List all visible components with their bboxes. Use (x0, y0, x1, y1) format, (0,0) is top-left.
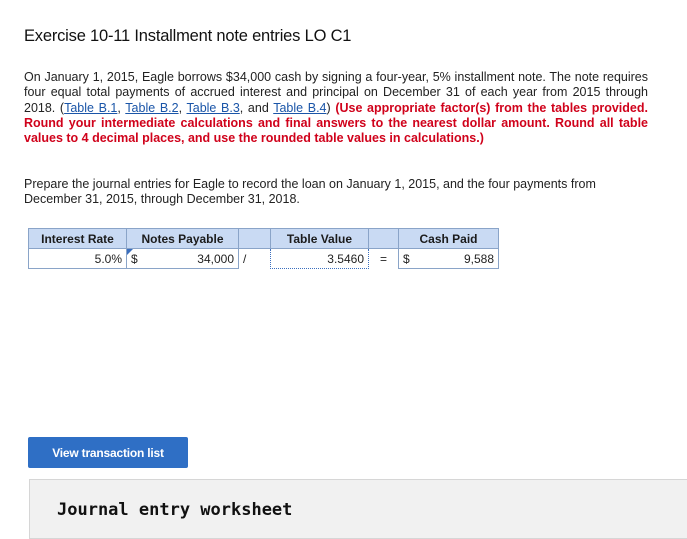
notes-payable-input[interactable]: 34,000 (148, 248, 239, 269)
operator-header (238, 228, 271, 249)
notes-payable-header: Notes Payable (126, 228, 239, 249)
divide-operator: / (238, 248, 271, 269)
table-value-input[interactable]: 3.5460 (270, 248, 369, 269)
table-header-row: Interest Rate Notes Payable Table Value … (28, 228, 499, 249)
cash-paid-calculation-table: Interest Rate Notes Payable Table Value … (28, 228, 499, 269)
operator-header (368, 228, 399, 249)
table-b1-link[interactable]: Table B.1 (64, 101, 117, 115)
journal-entry-worksheet-panel: Journal entry worksheet (29, 479, 687, 539)
cash-paid-input[interactable]: 9,588 (420, 248, 499, 269)
view-transaction-list-button[interactable]: View transaction list (28, 437, 188, 468)
equals-operator: = (368, 248, 399, 269)
task-description: Prepare the journal entries for Eagle to… (24, 177, 596, 207)
table-b3-link[interactable]: Table B.3 (187, 101, 240, 115)
table-b4-link[interactable]: Table B.4 (273, 101, 326, 115)
worksheet-title: Journal entry worksheet (57, 500, 293, 520)
page-title: Exercise 10-11 Installment note entries … (24, 27, 352, 45)
problem-description: On January 1, 2015, Eagle borrows $34,00… (24, 70, 648, 146)
problem-text-close: ) (326, 100, 336, 115)
interest-rate-header: Interest Rate (28, 228, 127, 249)
interest-rate-input[interactable]: 5.0% (28, 248, 127, 269)
table-row: 5.0% $ 34,000 / 3.5460 = $ 9,588 (28, 248, 499, 269)
cash-currency-symbol: $ (398, 248, 421, 269)
table-b2-link[interactable]: Table B.2 (125, 101, 178, 115)
separator: , and (239, 100, 274, 115)
table-value-header: Table Value (270, 228, 369, 249)
notes-currency-symbol: $ (126, 248, 149, 269)
cash-paid-header: Cash Paid (398, 228, 499, 249)
separator: , (178, 100, 187, 115)
